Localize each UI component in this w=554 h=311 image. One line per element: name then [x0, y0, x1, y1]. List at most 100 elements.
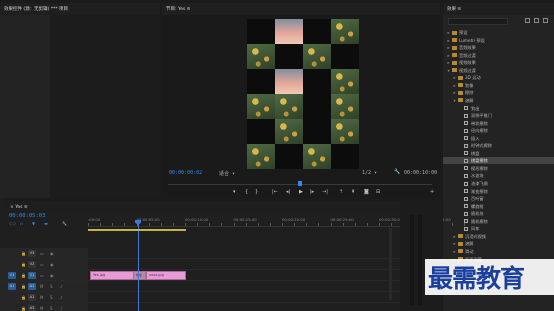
sync-lock-icon[interactable]: ▭	[40, 251, 44, 256]
effects-item[interactable]: 楔形擦除	[443, 165, 554, 172]
lock-icon[interactable]: 🔒	[21, 284, 26, 289]
effects-item[interactable]: 带状擦除	[443, 120, 554, 127]
effects-folder[interactable]: ▸ Lumetri 预设	[443, 37, 554, 44]
track-target-button[interactable]: A3	[28, 305, 36, 311]
snap-icon[interactable]: ⊂⊃	[9, 221, 16, 226]
effects-search-input[interactable]	[448, 18, 508, 25]
extract-icon[interactable]: ⇞	[351, 190, 355, 195]
effects-item[interactable]: 棋盘	[443, 150, 554, 157]
chevron-right-icon[interactable]: ▸	[446, 37, 451, 44]
program-playhead[interactable]	[298, 181, 302, 186]
track-v2[interactable]: 🔒 V2 ▭ ◉	[0, 259, 400, 270]
32bit-effects-icon[interactable]	[534, 18, 539, 23]
eye-icon[interactable]: ◉	[50, 262, 54, 267]
chevron-right-icon[interactable]: ▸	[452, 233, 457, 240]
effects-folder[interactable]: ▸ 滑动	[443, 248, 554, 255]
timeline-ruler[interactable]: :00:00 00:00:05:00 00:00:10:00 00:00:15:00 0…	[88, 213, 465, 227]
effects-item[interactable]: 棋盘擦除	[443, 157, 554, 165]
program-scrubber[interactable]	[168, 181, 432, 186]
work-area-bar[interactable]	[88, 229, 186, 231]
chevron-right-icon[interactable]: ▸	[452, 82, 457, 89]
eye-icon[interactable]: ◉	[50, 251, 54, 256]
go-to-in-icon[interactable]: |←	[272, 190, 278, 195]
timeline-scrollbar[interactable]	[389, 228, 392, 300]
chevron-right-icon[interactable]: ▸	[446, 44, 451, 51]
tab-effects[interactable]: 效果 ≡	[447, 6, 461, 12]
fit-dropdown[interactable]: 适合 ▾	[219, 170, 235, 177]
lock-icon[interactable]: 🔒	[21, 251, 26, 256]
mark-in-icon[interactable]: ▾	[233, 190, 236, 195]
solo-icon[interactable]: S	[50, 295, 53, 300]
chevron-right-icon[interactable]: ▸	[452, 89, 457, 96]
quality-dropdown[interactable]: 1/2 ▾	[362, 170, 377, 176]
timeline-clip[interactable]: Yes.jpg	[90, 271, 134, 280]
source-patch-button[interactable]: A1	[8, 283, 16, 290]
effects-item[interactable]: 划出	[443, 105, 554, 112]
effects-folder[interactable]: ▸ 擦除	[443, 89, 554, 96]
mark-in-button[interactable]: {	[245, 190, 248, 195]
effects-folder[interactable]: ▾ 视频过渡	[443, 67, 554, 74]
wrench-icon[interactable]: 🔧	[62, 221, 67, 226]
compare-icon[interactable]: ⊟	[376, 190, 380, 195]
effects-item[interactable]: 插入	[443, 135, 554, 142]
accelerated-effects-icon[interactable]	[525, 18, 530, 23]
source-patch-button[interactable]: V1	[8, 272, 16, 279]
effects-item[interactable]: 时钟式擦除	[443, 142, 554, 149]
microphone-icon[interactable]: ♪	[60, 284, 63, 289]
tab-effect-controls[interactable]: 效果控件 (源：无剪辑) *** 项目	[4, 6, 68, 12]
effects-folder[interactable]: ▾ 溶解	[443, 97, 554, 104]
add-button-icon[interactable]: +	[430, 190, 434, 195]
chevron-right-icon[interactable]: ▸	[452, 240, 457, 247]
add-marker-icon[interactable]: ▼	[32, 221, 35, 226]
export-frame-icon[interactable]: ◙	[364, 190, 369, 195]
lock-icon[interactable]: 🔒	[21, 295, 26, 300]
timeline-playhead[interactable]	[138, 221, 139, 311]
effects-item[interactable]: 水波块	[443, 172, 554, 179]
chevron-right-icon[interactable]: ▸	[452, 248, 457, 255]
effects-folder[interactable]: ▸ 音频过渡	[443, 52, 554, 59]
track-target-button[interactable]: V2	[28, 261, 36, 268]
microphone-icon[interactable]: ♪	[60, 295, 63, 300]
lock-icon[interactable]: 🔒	[21, 262, 26, 267]
effects-item[interactable]: 螺旋框	[443, 203, 554, 210]
solo-icon[interactable]: S	[50, 284, 53, 289]
chevron-down-icon[interactable]: ▾	[446, 67, 451, 74]
sync-lock-icon[interactable]: ▭	[40, 262, 44, 267]
solo-icon[interactable]: S	[50, 306, 53, 311]
effects-folder[interactable]: ▸ 3D 运动	[443, 74, 554, 81]
mute-icon[interactable]: M	[40, 295, 43, 300]
track-target-button[interactable]: A1	[28, 283, 36, 290]
effects-item[interactable]: 随机块	[443, 210, 554, 217]
track-v3[interactable]: 🔒 V3 ▭ ◉	[0, 248, 400, 259]
effects-folder[interactable]: ▸ 视频效果	[443, 59, 554, 66]
track-a1[interactable]: A1 🔒 A1 M S ♪	[0, 281, 400, 292]
effects-item[interactable]: 渐变擦除	[443, 188, 554, 195]
track-a3[interactable]: 🔒 A3 M S ♪	[0, 303, 400, 311]
chevron-down-icon[interactable]: ▾	[452, 97, 457, 104]
step-forward-icon[interactable]: |▸	[310, 190, 314, 195]
timeline-settings-icon[interactable]: ▬	[44, 221, 48, 226]
lift-icon[interactable]: ⇡	[339, 190, 343, 195]
lock-icon[interactable]: 🔒	[21, 306, 26, 311]
track-target-button[interactable]: V3	[28, 250, 36, 257]
step-back-icon[interactable]: ◂|	[286, 190, 290, 195]
tab-program[interactable]: 节目: Yes ≡	[166, 6, 190, 12]
linked-selection-icon[interactable]: ∩	[20, 221, 23, 226]
mute-icon[interactable]: M	[40, 306, 43, 311]
effects-folder[interactable]: ▸ 音频效果	[443, 44, 554, 51]
track-target-button[interactable]: V1	[28, 272, 36, 279]
chevron-right-icon[interactable]: ▸	[446, 52, 451, 59]
mark-out-button[interactable]: }	[255, 190, 258, 195]
effects-folder[interactable]: ▸ 溶解	[443, 240, 554, 247]
effects-item[interactable]: 油漆飞溅	[443, 180, 554, 187]
effects-item[interactable]: 随机擦除	[443, 218, 554, 225]
chevron-right-icon[interactable]: ▸	[446, 59, 451, 66]
effects-item[interactable]: 百叶窗	[443, 195, 554, 202]
program-timecode[interactable]: 00:00:00:02	[169, 170, 202, 176]
sync-lock-icon[interactable]: ▭	[40, 273, 44, 278]
wrench-icon[interactable]: 🔧	[394, 170, 400, 175]
effects-folder[interactable]: ▸ 划像	[443, 82, 554, 89]
effects-folder[interactable]: ▸ 沉浸式视频	[443, 233, 554, 240]
track-a2[interactable]: 🔒 A2 M S ♪	[0, 292, 400, 303]
go-to-out-icon[interactable]: →|	[322, 190, 328, 195]
